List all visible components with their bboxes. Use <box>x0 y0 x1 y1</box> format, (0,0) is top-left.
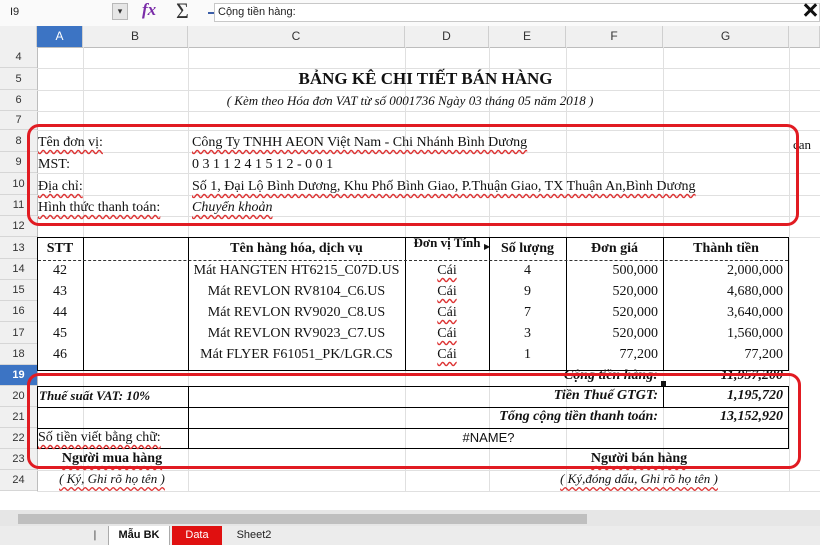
row-header[interactable]: 5 <box>0 68 37 90</box>
item-unit: Cái <box>437 326 457 341</box>
item-stt: 43 <box>53 284 67 299</box>
row-header[interactable]: 18 <box>0 344 37 365</box>
item-qty: 1 <box>524 347 531 362</box>
item-name: Mát REVLON RV9023_C7.US <box>207 326 386 341</box>
item-qty: 9 <box>524 284 531 299</box>
item-total: 77,200 <box>744 347 784 362</box>
item-name: Mát HANGTEN HT6215_C07D.US <box>193 263 400 278</box>
table-header: Tên hàng hóa, dịch vụ <box>230 241 363 256</box>
column-header-d[interactable]: D <box>405 26 489 47</box>
item-total: 4,680,000 <box>727 284 783 299</box>
item-qty: 3 <box>524 326 531 341</box>
table-header: Số lượng <box>500 241 555 256</box>
item-price: 500,000 <box>612 263 659 278</box>
column-header-h[interactable] <box>789 26 820 47</box>
name-box[interactable]: I9 <box>0 2 130 22</box>
row-header[interactable]: 6 <box>0 90 37 111</box>
column-header-e[interactable]: E <box>489 26 566 47</box>
item-name: Mát REVLON RV9020_C8.US <box>207 305 386 320</box>
column-header-g[interactable]: G <box>663 26 789 47</box>
sheet-tab-sheet2[interactable]: Sheet2 <box>224 526 284 545</box>
tab-scroll-icon[interactable]: ❘ <box>88 526 102 545</box>
row-header[interactable]: 16 <box>0 301 37 322</box>
item-total: 3,640,000 <box>727 305 783 320</box>
name-box-dropdown-icon[interactable]: ▾ <box>112 3 128 20</box>
table-header: Thành tiền <box>693 241 759 256</box>
sheet-tab-data[interactable]: Data <box>172 526 222 545</box>
document-subtitle: ( Kèm theo Hóa đơn VAT từ số 0001736 Ngà… <box>226 93 594 108</box>
item-price: 77,200 <box>619 347 659 362</box>
scrollbar-thumb[interactable] <box>18 514 587 524</box>
item-price: 520,000 <box>612 305 659 320</box>
item-qty: 4 <box>524 263 531 278</box>
item-total: 2,000,000 <box>727 263 783 278</box>
formula-input[interactable]: Cộng tiền hàng: <box>214 3 820 22</box>
row-header[interactable]: 14 <box>0 259 37 280</box>
row-header[interactable]: 4 <box>0 47 37 68</box>
item-stt: 42 <box>53 263 67 278</box>
item-stt: 44 <box>53 305 67 320</box>
row-header[interactable]: 24 <box>0 470 37 491</box>
formula-bar: I9 ▾ fx Σ Cộng tiền hàng: <box>0 0 820 27</box>
item-unit: Cái <box>437 263 457 278</box>
sheet-tab-mau-bk[interactable]: Mẫu BK <box>108 526 170 545</box>
item-price: 520,000 <box>612 326 659 341</box>
row-header[interactable]: 13 <box>0 237 37 259</box>
select-all-corner[interactable] <box>0 26 37 47</box>
column-header-c[interactable]: C <box>188 26 405 47</box>
item-stt: 46 <box>53 347 67 362</box>
item-qty: 7 <box>524 305 531 320</box>
highlight-box-info <box>27 124 799 226</box>
item-stt: 45 <box>53 326 67 341</box>
table-header: Đơn giá <box>590 241 639 256</box>
item-total: 1,560,000 <box>727 326 783 341</box>
table-header: STT <box>46 241 74 256</box>
row-header[interactable]: 15 <box>0 280 37 301</box>
highlight-box-totals <box>27 373 801 469</box>
buyer-note: ( Ký, Ghi rõ họ tên ) <box>59 471 165 486</box>
item-name: Mát FLYER F61051_PK/LGR.CS <box>200 347 393 362</box>
document-title: BẢNG KÊ CHI TIẾT BÁN HÀNG <box>298 69 553 88</box>
table-header: Đơn vị Tính <box>413 236 481 250</box>
column-header-a[interactable]: A <box>37 26 83 47</box>
row-header[interactable]: 17 <box>0 322 37 344</box>
sigma-icon[interactable]: Σ <box>176 0 189 24</box>
item-unit: Cái <box>437 284 457 299</box>
column-header-f[interactable]: F <box>566 26 663 47</box>
fx-icon[interactable]: fx <box>142 0 156 20</box>
item-unit: Cái <box>437 305 457 320</box>
close-icon[interactable] <box>800 0 820 20</box>
column-headers: A B C D E F G <box>0 26 820 48</box>
item-price: 520,000 <box>612 284 659 299</box>
seller-note: ( Ký,đóng dấu, Ghi rõ họ tên ) <box>560 471 718 486</box>
column-header-b[interactable]: B <box>83 26 188 47</box>
item-name: Mát REVLON RV8104_C6.US <box>207 284 386 299</box>
item-unit: Cái <box>437 347 457 362</box>
